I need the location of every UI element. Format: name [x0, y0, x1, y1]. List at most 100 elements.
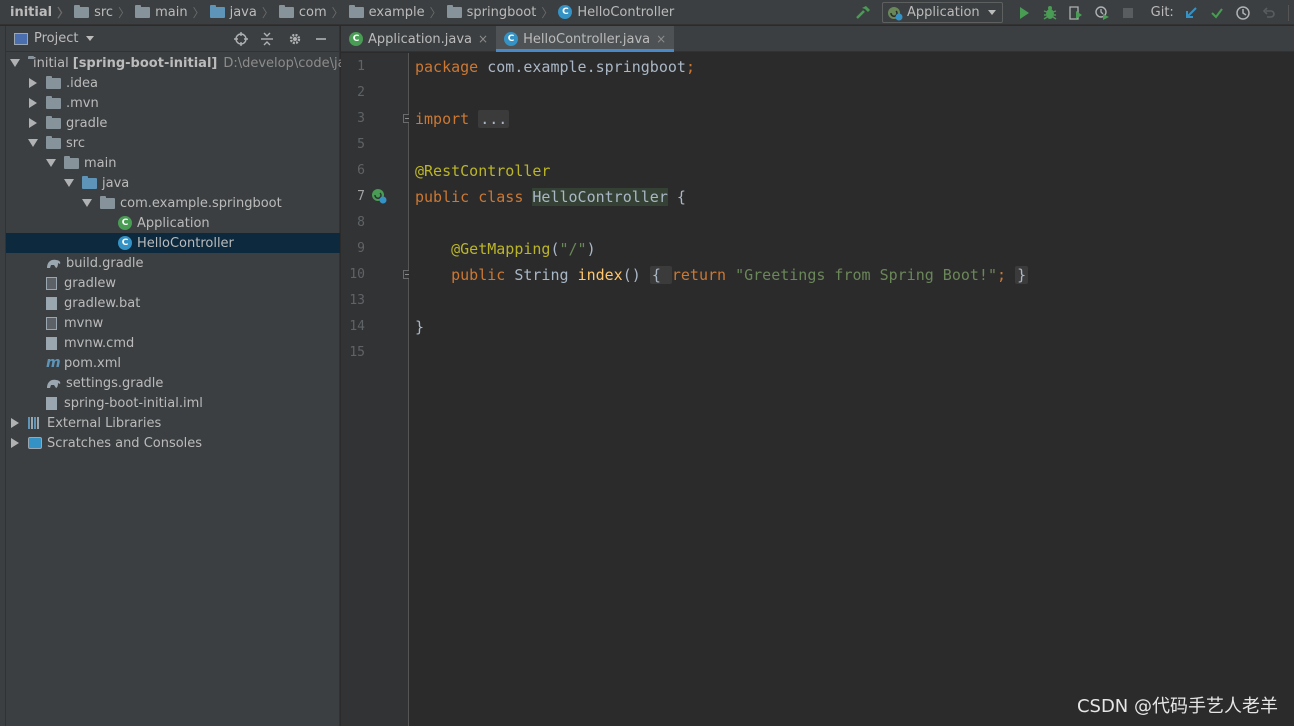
run-with-coverage-icon[interactable]: [1065, 2, 1087, 24]
tree-item-label: pom.xml: [64, 355, 121, 371]
project-tree: initial [spring-boot-initial] D:\develop\c…: [6, 53, 366, 453]
tree-item[interactable]: com.example.springboot: [6, 193, 340, 213]
line-number[interactable]: 13: [341, 288, 365, 314]
expanded-arrow-icon[interactable]: [46, 158, 56, 168]
tree-item[interactable]: gradle: [6, 113, 340, 133]
editor-tab[interactable]: C Application.java ×: [341, 26, 496, 52]
toolbar-separator: [1287, 4, 1289, 21]
breadcrumb-item[interactable]: src 〉: [74, 0, 135, 25]
expanded-arrow-icon[interactable]: [82, 198, 92, 208]
line-number[interactable]: 1: [341, 54, 365, 80]
stop-icon[interactable]: [1117, 2, 1139, 24]
breadcrumb-item[interactable]: main 〉: [135, 0, 210, 25]
gear-icon[interactable]: [286, 30, 304, 48]
tree-item[interactable]: src: [6, 133, 340, 153]
spring-bean-icon[interactable]: [371, 188, 387, 204]
tree-item[interactable]: java: [6, 173, 340, 193]
debug-icon[interactable]: [1039, 2, 1061, 24]
run-configuration-select[interactable]: Application: [882, 2, 1003, 23]
line-number[interactable]: 7: [341, 184, 365, 210]
breadcrumb-item[interactable]: java 〉: [209, 0, 279, 25]
terminal-file-icon: [46, 276, 57, 290]
editor-tab[interactable]: C HelloController.java ×: [496, 26, 675, 52]
chevron-down-icon[interactable]: [86, 36, 95, 41]
line-number[interactable]: 15: [341, 340, 365, 366]
tree-item[interactable]: initial [spring-boot-initial] D:\develop\c…: [6, 53, 366, 73]
folder-icon: [46, 115, 61, 129]
line-number[interactable]: 14: [341, 314, 365, 340]
build-hammer-icon[interactable]: [852, 2, 874, 24]
collapsed-arrow-icon[interactable]: [28, 118, 38, 128]
folded-imports[interactable]: ...: [478, 110, 510, 128]
breadcrumb-separator-icon: 〉: [429, 5, 442, 20]
locate-file-icon[interactable]: [232, 30, 250, 48]
project-view-select[interactable]: Project: [34, 31, 78, 46]
collapsed-arrow-icon[interactable]: [28, 78, 38, 88]
line-number[interactable]: 3: [341, 106, 365, 132]
tree-item[interactable]: spring-boot-initial.iml: [6, 393, 340, 413]
class-icon: C: [504, 32, 519, 46]
run-icon[interactable]: [1013, 2, 1035, 24]
tree-item[interactable]: .idea: [6, 73, 340, 93]
expanded-arrow-icon[interactable]: [10, 58, 20, 68]
close-icon[interactable]: ×: [478, 32, 488, 46]
tree-item-label: External Libraries: [47, 415, 162, 431]
file-icon: [46, 336, 57, 350]
line-number[interactable]: 5: [341, 132, 365, 158]
tree-item-label: java: [102, 175, 130, 191]
watermark: CSDN @代码手艺人老羊: [1076, 696, 1278, 717]
breadcrumb-item[interactable]: initial 〉: [10, 0, 74, 25]
tree-item[interactable]: C Application: [6, 213, 340, 233]
tree-item[interactable]: External Libraries: [6, 413, 340, 433]
module-name: [spring-boot-initial]: [72, 55, 218, 71]
tree-item[interactable]: gradlew.bat: [6, 293, 340, 313]
breadcrumb-item[interactable]: com 〉: [278, 0, 349, 25]
code-editor[interactable]: package com.example.springboot; import .…: [409, 53, 1294, 726]
project-tool-window: Project initial [spring-boot-initial] D:\d…: [6, 26, 366, 726]
tree-item[interactable]: settings.gradle: [6, 373, 340, 393]
run-configuration-label: Application: [907, 5, 980, 20]
breadcrumb-separator-icon: 〉: [192, 5, 205, 20]
breadcrumb-separator-icon: 〉: [331, 5, 344, 20]
tree-item[interactable]: main: [6, 153, 340, 173]
tree-item[interactable]: mvnw.cmd: [6, 333, 340, 353]
tree-item-label: build.gradle: [66, 255, 144, 271]
hide-panel-icon[interactable]: [312, 30, 330, 48]
tree-item[interactable]: mvnw: [6, 313, 340, 333]
editor-gutter: 1 2 3 5 6 7 8 9 10 13 14 15: [341, 53, 412, 726]
git-update-icon[interactable]: [1180, 2, 1202, 24]
tree-item-label: .mvn: [66, 95, 99, 111]
close-icon[interactable]: ×: [656, 32, 666, 46]
breadcrumb-label: HelloController: [577, 4, 675, 20]
collapsed-arrow-icon[interactable]: [10, 418, 20, 428]
git-history-icon[interactable]: [1232, 2, 1254, 24]
breadcrumb-item[interactable]: springboot 〉: [446, 0, 559, 25]
code-line-10: public String index() { return "Greeting…: [451, 266, 1029, 284]
collapse-all-icon[interactable]: [258, 30, 276, 48]
breadcrumb-separator-icon: 〉: [261, 5, 274, 20]
git-rollback-icon[interactable]: [1258, 2, 1280, 24]
line-number[interactable]: 10: [341, 262, 365, 288]
breadcrumb-item[interactable]: C HelloController: [558, 0, 674, 25]
tree-item-label: src: [66, 135, 85, 151]
tree-item-label: HelloController: [137, 235, 234, 251]
profile-icon[interactable]: [1091, 2, 1113, 24]
git-commit-icon[interactable]: [1206, 2, 1228, 24]
line-number[interactable]: 9: [341, 236, 365, 262]
tree-item[interactable]: C HelloController: [6, 233, 340, 253]
tree-item[interactable]: gradlew: [6, 273, 340, 293]
expanded-arrow-icon[interactable]: [28, 138, 38, 148]
collapsed-arrow-icon[interactable]: [10, 438, 20, 448]
line-number[interactable]: 6: [341, 158, 365, 184]
tree-item[interactable]: build.gradle: [6, 253, 340, 273]
line-number[interactable]: 8: [341, 210, 365, 236]
tree-item-label: .idea: [66, 75, 98, 91]
tree-item[interactable]: m pom.xml: [6, 353, 340, 373]
line-number[interactable]: 2: [341, 80, 365, 106]
breadcrumb-item[interactable]: example 〉: [348, 0, 447, 25]
expanded-arrow-icon[interactable]: [64, 178, 74, 188]
tree-item[interactable]: .mvn: [6, 93, 340, 113]
collapsed-arrow-icon[interactable]: [28, 98, 38, 108]
maven-icon: m: [46, 355, 61, 371]
tree-item[interactable]: Scratches and Consoles: [6, 433, 340, 453]
